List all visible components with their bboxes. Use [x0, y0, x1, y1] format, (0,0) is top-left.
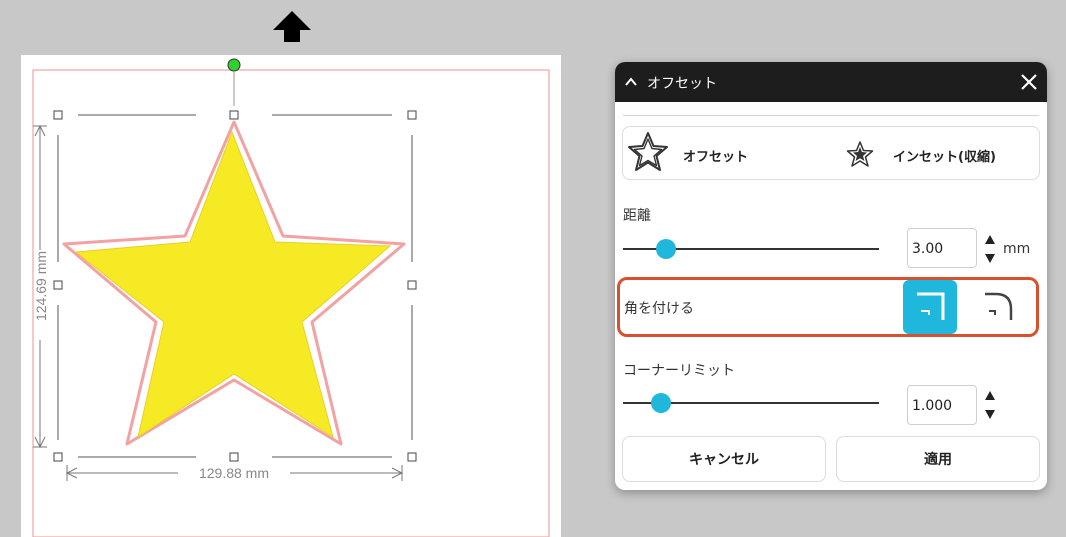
- distance-label: 距離: [623, 208, 651, 224]
- height-dimension-label: 124.69 mm: [33, 251, 49, 321]
- close-icon[interactable]: [1019, 72, 1039, 92]
- corner-limit-input[interactable]: 1.000: [907, 385, 977, 425]
- corner-limit-slider[interactable]: [623, 393, 879, 413]
- star-inset-icon: [846, 141, 874, 167]
- inset-mode-button[interactable]: インセット(収縮): [839, 127, 1039, 179]
- round-corner-button[interactable]: [971, 280, 1025, 334]
- inset-mode-label: インセット(収縮): [893, 150, 996, 165]
- panel-titlebar: オフセット: [615, 62, 1047, 102]
- distance-slider[interactable]: [623, 239, 879, 259]
- corner-label: 角を付ける: [624, 301, 694, 317]
- offset-mode-label: オフセット: [683, 150, 749, 165]
- design-canvas[interactable]: 124.69 mm 129.88 mm: [0, 0, 600, 537]
- slider-thumb[interactable]: [651, 393, 671, 413]
- slider-thumb[interactable]: [656, 239, 676, 259]
- divider: [623, 115, 1039, 116]
- corner-limit-label: コーナーリミット: [623, 363, 735, 379]
- star-outline-icon: [628, 132, 668, 171]
- square-corner-button[interactable]: [903, 280, 957, 334]
- distance-unit: mm: [1003, 241, 1031, 257]
- offset-panel: オフセット オフセット インセット(収縮) 距離 3.00 mm 角を付ける コ…: [615, 62, 1047, 490]
- width-dimension-label: 129.88 mm: [199, 465, 269, 481]
- offset-mode-button[interactable]: オフセット: [623, 127, 823, 179]
- cancel-button[interactable]: キャンセル: [622, 436, 826, 482]
- rotate-handle[interactable]: [227, 58, 241, 72]
- distance-input[interactable]: 3.00: [907, 228, 977, 268]
- round-corner-icon: [985, 292, 1013, 320]
- offset-mode-group: オフセット インセット(収縮): [622, 126, 1040, 180]
- corner-limit-stepper-icon[interactable]: [983, 388, 997, 422]
- square-corner-icon: [917, 292, 945, 320]
- panel-title: オフセット: [647, 76, 717, 92]
- chevron-up-icon[interactable]: [623, 74, 639, 90]
- apply-button[interactable]: 適用: [836, 436, 1040, 482]
- distance-stepper-icon[interactable]: [983, 232, 997, 266]
- corner-option-box: 角を付ける: [617, 277, 1039, 337]
